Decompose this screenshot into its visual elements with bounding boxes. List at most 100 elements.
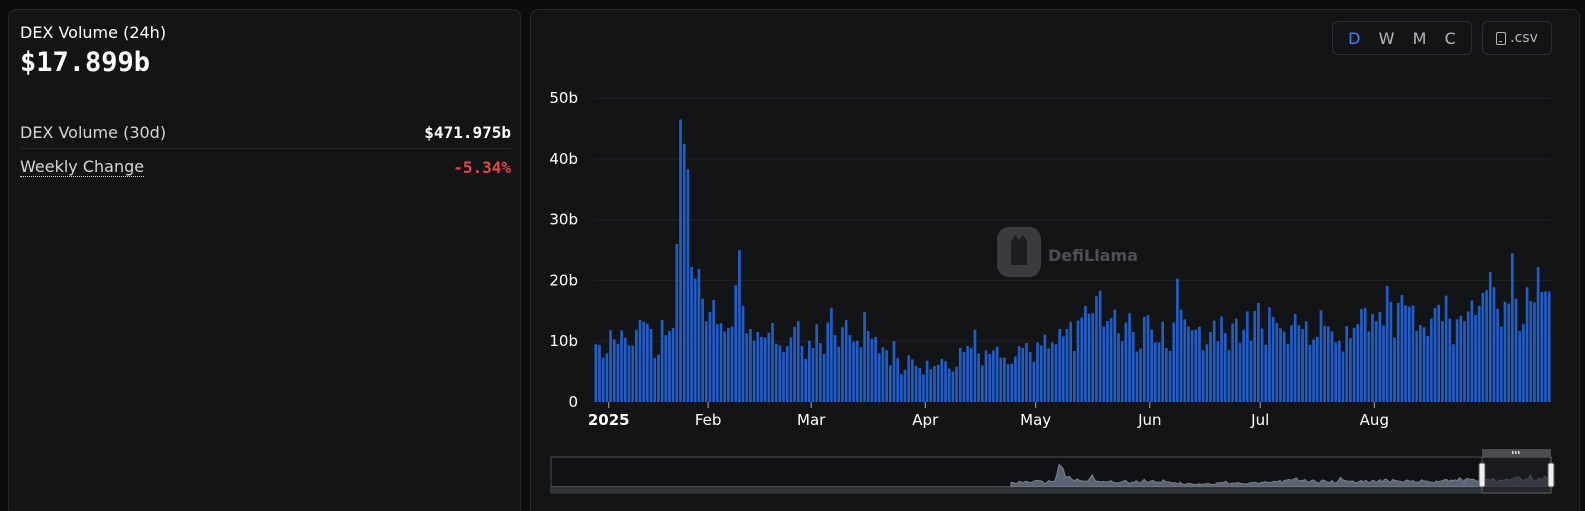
volume-bar[interactable]	[796, 321, 800, 402]
volume-bar[interactable]	[1157, 342, 1161, 402]
volume-bar[interactable]	[616, 343, 620, 402]
volume-bar[interactable]	[1540, 292, 1544, 402]
weekly-change-label[interactable]: Weekly Change	[20, 157, 145, 177]
volume-bar[interactable]	[1441, 321, 1444, 402]
volume-bar[interactable]	[1242, 329, 1245, 402]
volume-bar[interactable]	[1198, 326, 1201, 402]
volume-bar[interactable]	[973, 329, 977, 402]
volume-bar[interactable]	[708, 312, 712, 402]
volume-bar[interactable]	[1194, 329, 1198, 402]
volume-bar[interactable]	[1308, 344, 1312, 402]
volume-bar[interactable]	[679, 119, 682, 403]
volume-bar[interactable]	[1525, 287, 1529, 402]
volume-bar[interactable]	[704, 321, 708, 402]
volume-bar[interactable]	[1315, 336, 1319, 402]
volume-bar[interactable]	[1084, 306, 1087, 402]
volume-bar[interactable]	[1091, 313, 1095, 402]
volume-bar[interactable]	[1014, 356, 1017, 402]
volume-bar[interactable]	[1448, 318, 1452, 402]
volume-bar[interactable]	[1176, 278, 1179, 402]
volume-bar[interactable]	[1396, 302, 1400, 402]
volume-bar[interactable]	[1142, 316, 1146, 402]
volume-bar[interactable]	[623, 337, 627, 402]
volume-bar[interactable]	[1334, 342, 1337, 402]
volume-bar[interactable]	[1533, 302, 1536, 402]
volume-bar[interactable]	[1407, 306, 1411, 402]
volume-bar[interactable]	[1422, 327, 1426, 402]
volume-bar[interactable]	[833, 335, 837, 402]
volume-bar[interactable]	[1246, 311, 1249, 402]
volume-bar[interactable]	[1290, 325, 1293, 402]
volume-bar[interactable]	[984, 350, 988, 402]
volume-bar[interactable]	[1437, 304, 1441, 402]
volume-bar[interactable]	[1271, 316, 1275, 402]
volume-bar[interactable]	[1382, 325, 1385, 402]
volume-bar[interactable]	[664, 335, 668, 402]
volume-bar[interactable]	[1161, 321, 1164, 402]
volume-bar[interactable]	[859, 347, 863, 402]
volume-bar[interactable]	[668, 330, 671, 402]
volume-bar[interactable]	[841, 327, 844, 402]
volume-bar[interactable]	[1109, 318, 1113, 402]
volume-bar[interactable]	[940, 358, 944, 402]
volume-bar[interactable]	[1400, 295, 1404, 402]
volume-bar[interactable]	[995, 346, 999, 402]
volume-bar[interactable]	[1131, 332, 1135, 402]
volume-bar[interactable]	[888, 365, 892, 402]
volume-bar[interactable]	[881, 347, 885, 402]
volume-bar[interactable]	[609, 330, 612, 402]
volume-bar[interactable]	[977, 353, 980, 402]
volume-bar[interactable]	[958, 347, 962, 402]
volume-bar[interactable]	[1389, 301, 1393, 402]
volume-bar[interactable]	[1124, 322, 1128, 402]
volume-bar[interactable]	[933, 366, 936, 402]
volume-bar[interactable]	[1393, 337, 1396, 402]
volume-bar[interactable]	[922, 374, 925, 402]
volume-bar[interactable]	[1183, 319, 1187, 402]
volume-bar[interactable]	[1205, 344, 1209, 402]
volume-bar[interactable]	[1477, 306, 1481, 402]
volume-bar[interactable]	[903, 369, 907, 402]
volume-bar[interactable]	[1444, 295, 1448, 402]
volume-bar[interactable]	[627, 345, 631, 403]
volume-bar[interactable]	[1054, 344, 1058, 402]
volume-bar[interactable]	[981, 365, 984, 402]
volume-bar[interactable]	[1466, 311, 1470, 402]
volume-bar[interactable]	[1021, 347, 1025, 402]
volume-bar[interactable]	[763, 337, 767, 402]
volume-bar[interactable]	[1492, 287, 1496, 402]
volume-bar[interactable]	[1231, 323, 1234, 402]
volume-bar[interactable]	[1025, 343, 1028, 402]
volume-bar[interactable]	[1073, 350, 1076, 402]
volume-bar[interactable]	[855, 340, 859, 402]
volume-bar[interactable]	[1028, 352, 1032, 402]
volume-bar[interactable]	[1352, 327, 1356, 402]
volume-bar[interactable]	[1452, 344, 1455, 402]
volume-bar[interactable]	[988, 354, 992, 402]
volume-bar[interactable]	[1095, 296, 1098, 402]
volume-bar[interactable]	[1363, 307, 1367, 402]
volume-bar[interactable]	[1017, 346, 1021, 402]
volume-bar[interactable]	[1499, 326, 1503, 402]
volume-bar[interactable]	[962, 352, 966, 402]
volume-bar[interactable]	[734, 285, 738, 402]
range-brush[interactable]	[550, 449, 1555, 494]
volume-bar[interactable]	[1374, 321, 1378, 402]
volume-bar[interactable]	[1330, 331, 1334, 402]
volume-bar[interactable]	[719, 323, 723, 402]
volume-bar[interactable]	[1360, 309, 1363, 402]
volume-bar[interactable]	[682, 143, 686, 403]
volume-bar[interactable]	[1488, 271, 1492, 402]
volume-bar[interactable]	[1128, 313, 1131, 402]
volume-bar[interactable]	[675, 244, 679, 402]
volume-bar[interactable]	[1338, 340, 1341, 402]
volume-bar[interactable]	[1146, 315, 1150, 402]
volume-bar[interactable]	[1135, 351, 1139, 402]
volume-bar[interactable]	[944, 361, 947, 402]
volume-bar[interactable]	[1039, 345, 1043, 403]
volume-bar[interactable]	[1117, 333, 1120, 402]
volume-bar[interactable]	[1209, 332, 1212, 402]
volume-bar[interactable]	[911, 359, 914, 402]
volume-bar[interactable]	[1201, 350, 1205, 402]
volume-bar[interactable]	[701, 298, 704, 402]
